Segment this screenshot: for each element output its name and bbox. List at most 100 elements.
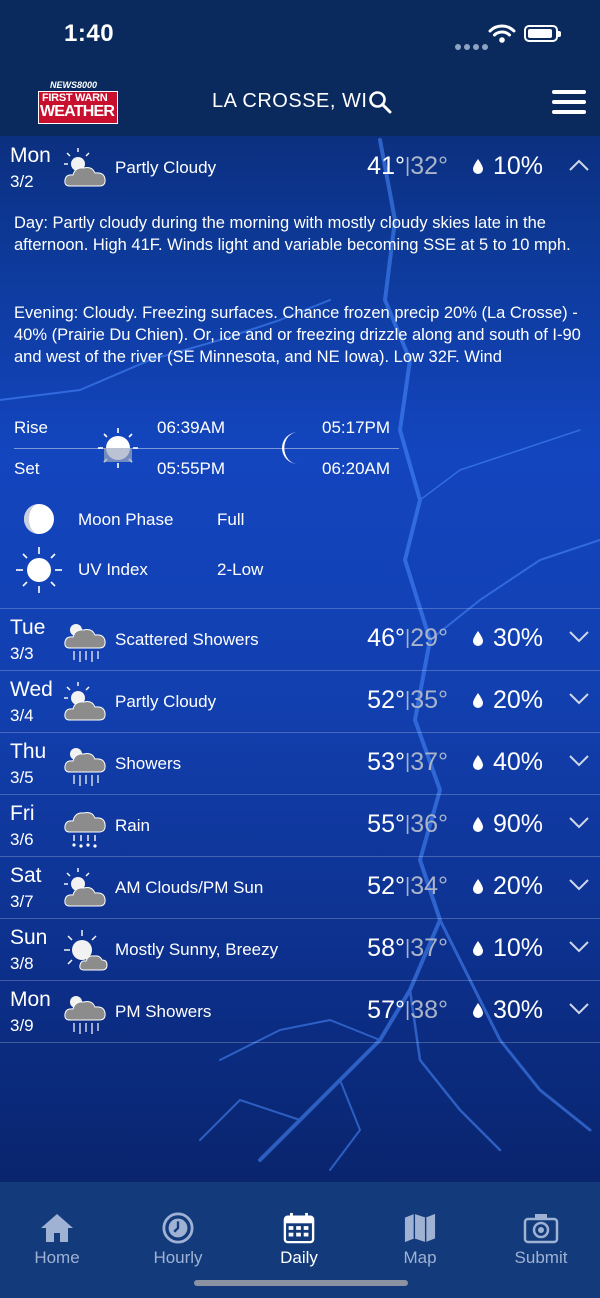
moon-crescent-icon (282, 432, 298, 464)
rain-icon (64, 812, 106, 848)
status-bar: 1:40 (0, 0, 600, 68)
day-name: Wed (10, 678, 53, 701)
day-text: Partly cloudy during the morning with mo… (14, 214, 571, 254)
low-temp: 29° (410, 624, 448, 652)
home-indicator (194, 1280, 408, 1286)
day-name: Thu (10, 740, 47, 763)
tab-submit[interactable]: Submit (491, 1212, 591, 1268)
horizon-line (14, 448, 399, 449)
high-temp: 52° (367, 686, 405, 714)
camera-icon (523, 1214, 559, 1244)
raindrop-icon (473, 879, 483, 894)
day-name: Sat (10, 864, 42, 887)
chevron-down-icon[interactable] (568, 754, 590, 768)
logo-news8000: NEWS8000 (50, 80, 98, 90)
high-temp: 46° (367, 624, 405, 652)
low-temp: 38° (410, 996, 448, 1024)
day-label: Day: (14, 214, 48, 232)
temperature-range: 55°|36° (367, 810, 448, 838)
day-row[interactable]: Tue 3/3 Scattered Showers 46°|29° 30% (0, 608, 600, 671)
high-temp: 57° (367, 996, 405, 1024)
day-name: Mon (10, 144, 51, 167)
day-date: 3/8 (10, 954, 34, 973)
temperature-range: 58°|37° (367, 934, 448, 962)
wifi-icon (488, 24, 516, 43)
rise-label: Rise (14, 418, 49, 437)
raindrop-icon (473, 693, 483, 708)
partly-cloudy-icon (64, 682, 106, 721)
condition-text: Partly Cloudy (115, 158, 217, 177)
moon-phase-label: Moon Phase (78, 510, 174, 529)
partly-cloudy-icon (64, 868, 106, 907)
raindrop-icon (473, 817, 483, 832)
logo-weather: WEATHER (40, 103, 115, 120)
home-icon (41, 1214, 73, 1242)
low-temp: 32° (410, 152, 448, 180)
high-temp: 52° (367, 872, 405, 900)
day-name: Sun (10, 926, 48, 949)
search-icon[interactable] (368, 90, 392, 114)
condition-text: Mostly Sunny, Breezy (115, 940, 279, 959)
chevron-down-icon[interactable] (568, 1002, 590, 1016)
sunrise-time: 06:39AM (157, 418, 226, 437)
calendar-icon (283, 1212, 315, 1244)
chevron-down-icon[interactable] (568, 692, 590, 706)
day-date: 3/5 (10, 768, 34, 787)
uv-index-label: UV Index (78, 560, 148, 579)
menu-icon[interactable] (552, 90, 586, 114)
battery-icon (524, 25, 561, 42)
tab-home[interactable]: Home (7, 1212, 107, 1268)
tab-daily[interactable]: Daily (249, 1212, 349, 1268)
low-temp: 36° (410, 810, 448, 838)
temperature-range: 52°|34° (367, 872, 448, 900)
day-name: Tue (10, 616, 46, 639)
evening-forecast-text: Evening: Cloudy. Freezing surfaces. Chan… (14, 302, 589, 368)
uv-index-value: 2-Low (217, 560, 264, 579)
condition-text: Partly Cloudy (115, 692, 217, 711)
condition-text: PM Showers (115, 1002, 212, 1021)
partly-cloudy-icon (64, 148, 106, 187)
moon-phase-value: Full (217, 510, 245, 529)
day-row-expanded[interactable]: Mon 3/2 Partly Cloudy 41°|32° 10% (0, 136, 600, 198)
showers-icon (64, 996, 106, 1034)
day-row[interactable]: Mon 3/9 PM Showers 57°|38° 30% (0, 980, 600, 1043)
high-temp: 53° (367, 748, 405, 776)
moon-phase-icon (24, 504, 54, 534)
high-temp: 41° (367, 152, 405, 180)
tab-hourly-label: Hourly (153, 1248, 203, 1267)
day-date: 3/3 (10, 644, 34, 663)
day-detail-panel: Day: Partly cloudy during the morning wi… (0, 198, 600, 609)
day-name: Mon (10, 988, 51, 1011)
tab-daily-label: Daily (280, 1248, 318, 1267)
chevron-down-icon[interactable] (568, 940, 590, 954)
raindrop-icon (473, 159, 483, 174)
chevron-down-icon[interactable] (568, 816, 590, 830)
condition-text: Rain (115, 816, 150, 835)
day-row[interactable]: Sun 3/8 Mostly Sunny, Breezy 58°|37° 10% (0, 918, 600, 981)
day-row[interactable]: Wed 3/4 Partly Cloudy 52°|35° 20% (0, 670, 600, 733)
uv-sun-icon (16, 547, 62, 593)
precip-chance: 10% (493, 934, 544, 962)
day-row[interactable]: Fri 3/6 Rain 55°|36° 90% (0, 794, 600, 857)
first-warn-weather-logo: NEWS8000 FIRST WARN WEATHER (38, 80, 120, 124)
day-date: 3/6 (10, 830, 34, 849)
chevron-up-icon[interactable] (568, 158, 590, 172)
temperature-range: 52°|35° (367, 686, 448, 714)
precip-chance: 30% (493, 996, 544, 1024)
tab-map[interactable]: Map (370, 1212, 470, 1268)
tab-submit-label: Submit (514, 1248, 568, 1267)
evening-text: Cloudy. Freezing surfaces. Chance frozen… (14, 304, 581, 366)
chevron-down-icon[interactable] (568, 630, 590, 644)
precip-chance: 20% (493, 872, 544, 900)
day-date: 3/7 (10, 892, 34, 911)
raindrop-icon (473, 1003, 483, 1018)
temperature-range: 46°|29° (367, 624, 448, 652)
day-row[interactable]: Sat 3/7 AM Clouds/PM Sun 52°|34° 20% (0, 856, 600, 919)
location-title[interactable]: LA CROSSE, WI (212, 90, 367, 113)
chevron-down-icon[interactable] (568, 878, 590, 892)
tab-hourly[interactable]: Hourly (128, 1212, 228, 1268)
precip-chance: 90% (493, 810, 544, 838)
tab-map-label: Map (403, 1248, 437, 1267)
app-header: NEWS8000 FIRST WARN WEATHER LA CROSSE, W… (0, 68, 600, 136)
day-row[interactable]: Thu 3/5 Showers 53°|37° 40% (0, 732, 600, 795)
